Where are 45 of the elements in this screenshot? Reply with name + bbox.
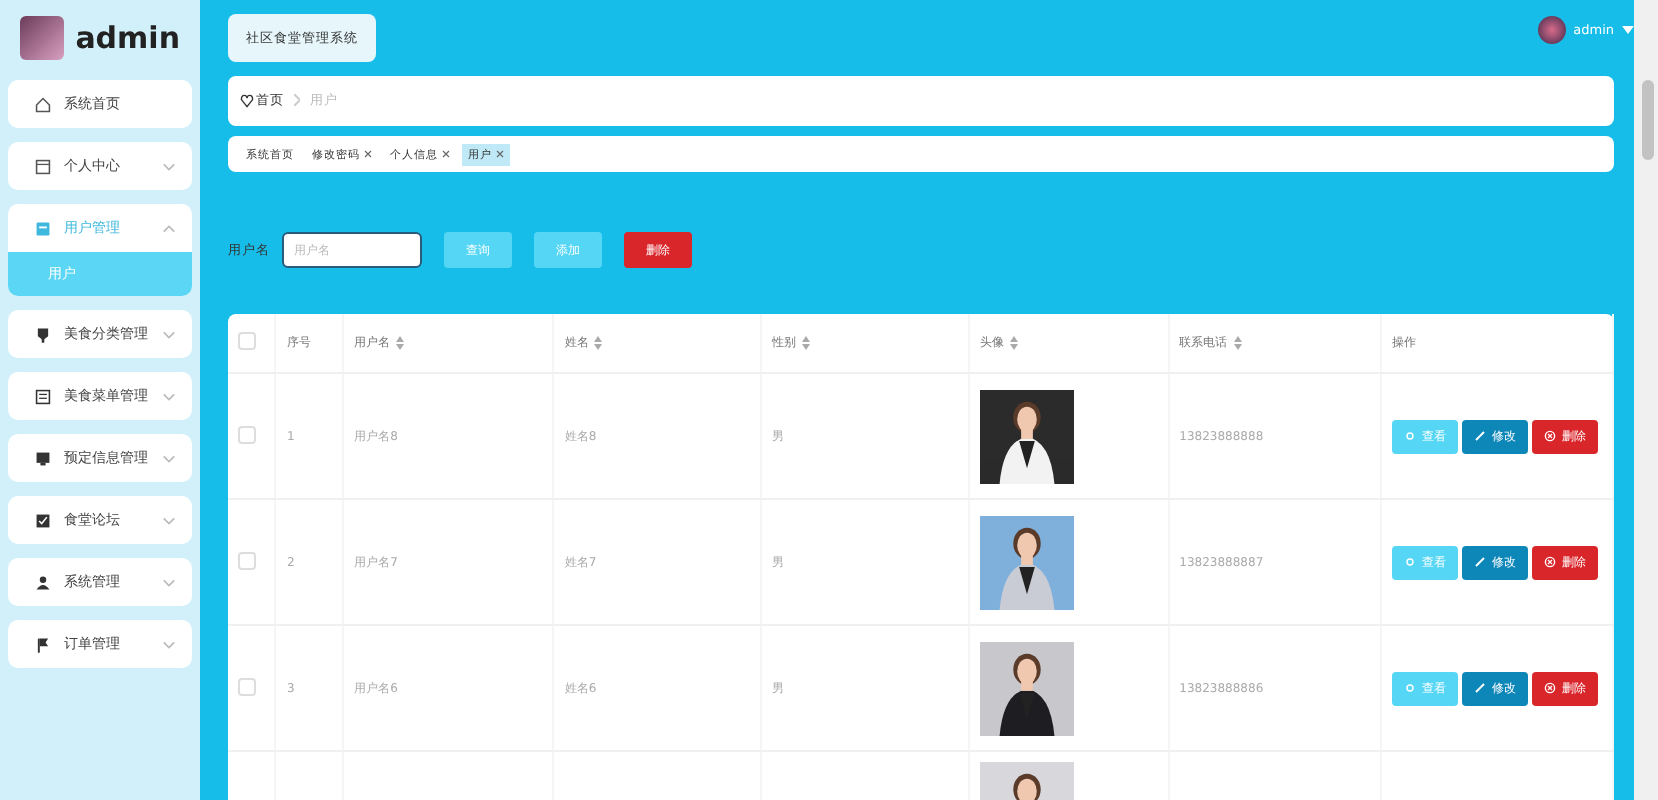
eye-icon [1404, 556, 1416, 568]
chevron-icon [162, 391, 176, 401]
heart-icon [240, 94, 254, 108]
sort-icon[interactable] [594, 335, 603, 350]
close-icon[interactable] [442, 149, 450, 157]
chevron-icon [162, 515, 176, 525]
checkbox[interactable] [238, 677, 256, 695]
avatar-icon [1537, 16, 1566, 44]
sort-icon[interactable] [1009, 335, 1018, 350]
close-circle-icon [1544, 682, 1556, 694]
pencil-icon [1474, 682, 1486, 694]
list-icon [34, 387, 52, 405]
user-card-icon [34, 219, 52, 237]
sort-icon[interactable] [802, 335, 811, 350]
sort-icon[interactable] [1233, 335, 1242, 350]
user-name: admin [75, 20, 180, 56]
eye-icon [1404, 682, 1416, 694]
chevron-icon [162, 577, 176, 587]
checkbox[interactable] [238, 332, 256, 350]
chevron-icon [162, 639, 176, 649]
monitor-icon [34, 449, 52, 467]
close-circle-icon [1544, 556, 1556, 568]
checkbox[interactable] [238, 551, 256, 569]
flag-icon [34, 635, 52, 653]
chevron-icon [294, 93, 300, 105]
chevron-icon [162, 453, 176, 463]
scrollbar-thumb[interactable] [1642, 80, 1654, 160]
caret-icon[interactable] [1622, 26, 1634, 34]
close-circle-icon [1544, 430, 1556, 442]
chevron-icon [162, 223, 176, 233]
close-icon[interactable] [496, 149, 504, 157]
checkbox[interactable] [238, 425, 256, 443]
chevron-icon [162, 329, 176, 339]
pencil-icon [1474, 430, 1486, 442]
home-icon [34, 95, 52, 113]
eye-icon [1404, 430, 1416, 442]
close-icon[interactable] [364, 149, 372, 157]
sort-icon[interactable] [396, 335, 405, 350]
person-icon [34, 573, 52, 591]
id-card-icon [34, 157, 52, 175]
shield-icon [34, 325, 52, 343]
checklist-icon [34, 511, 52, 529]
chevron-icon [162, 161, 176, 171]
pencil-icon [1474, 556, 1486, 568]
avatar-icon [20, 16, 64, 60]
